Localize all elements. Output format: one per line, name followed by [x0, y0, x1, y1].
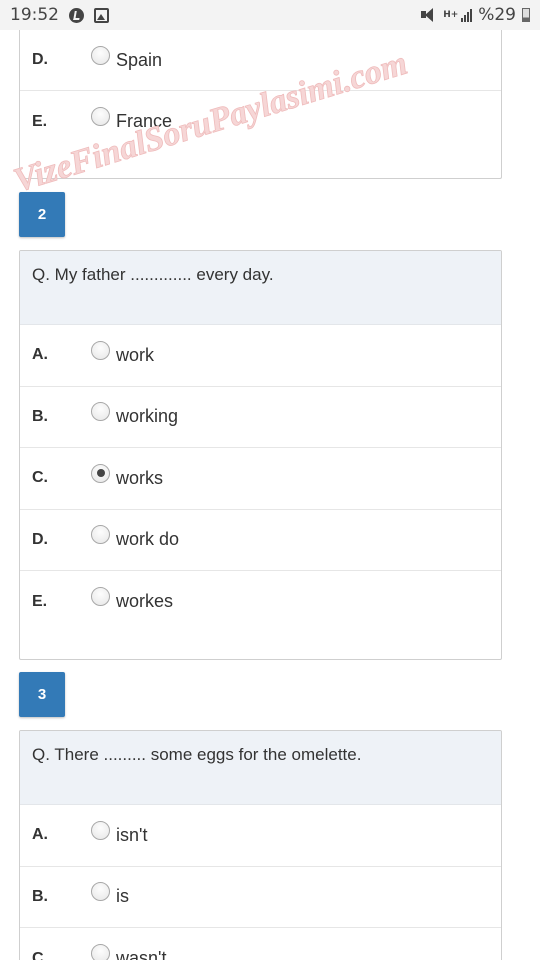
option-letter: D.	[32, 530, 48, 548]
question-card-3: Q. There ......... some eggs for the ome…	[19, 730, 502, 960]
option-text: wasn't	[116, 948, 167, 960]
radio-button[interactable]	[91, 525, 110, 545]
option-b[interactable]: B. working	[20, 387, 501, 448]
option-text: isn't	[116, 824, 148, 845]
option-letter: E.	[32, 592, 48, 610]
mute-icon	[421, 8, 437, 22]
option-text: is	[116, 886, 129, 907]
radio-button-selected[interactable]	[91, 463, 110, 483]
status-time: 19:52	[10, 5, 59, 25]
radio-button[interactable]	[91, 882, 110, 902]
radio-button[interactable]	[91, 107, 110, 126]
option-letter: A.	[32, 826, 48, 844]
battery-icon	[522, 8, 530, 22]
option-letter: C.	[32, 949, 48, 960]
option-c[interactable]: C. wasn't	[20, 928, 501, 960]
option-a[interactable]: A. work	[20, 325, 501, 387]
radio-button[interactable]	[91, 340, 110, 360]
option-text: Spain	[116, 49, 163, 70]
network-type: H+	[443, 10, 459, 20]
radio-button[interactable]	[91, 944, 110, 960]
question-number-badge: 2	[19, 192, 65, 237]
option-e[interactable]: E. workes	[20, 571, 501, 633]
question-text: Q. There ......... some eggs for the ome…	[20, 731, 501, 805]
quiz-content[interactable]: D. Spain E. France 2 Q. My father ......…	[0, 30, 540, 960]
option-a[interactable]: A. isn't	[20, 805, 501, 867]
option-b[interactable]: B. is	[20, 867, 501, 928]
question-number-badge: 3	[19, 672, 65, 717]
option-e[interactable]: E. France	[20, 91, 501, 152]
radio-button[interactable]	[91, 820, 110, 840]
radio-button[interactable]	[91, 45, 110, 65]
option-letter: A.	[32, 346, 48, 364]
radio-button[interactable]	[91, 587, 110, 607]
battery-percent: %29	[478, 5, 516, 25]
option-letter: E.	[32, 112, 48, 130]
option-text: work do	[116, 529, 180, 550]
option-letter: D.	[32, 51, 48, 68]
option-c[interactable]: C. works	[20, 448, 501, 510]
option-d[interactable]: D. Spain	[20, 30, 501, 91]
option-text: works	[116, 467, 164, 488]
question-text: Q. My father ............. every day.	[20, 251, 501, 325]
radio-button[interactable]	[91, 402, 110, 422]
option-text: workes	[116, 591, 174, 612]
option-text: working	[116, 406, 179, 427]
question-card-1: D. Spain E. France	[19, 30, 502, 179]
option-letter: B.	[32, 887, 48, 905]
music-icon	[69, 7, 84, 23]
option-letter: B.	[32, 407, 48, 425]
option-letter: C.	[32, 469, 48, 487]
option-text: France	[116, 111, 173, 131]
option-d[interactable]: D. work do	[20, 510, 501, 571]
status-bar: 19:52 H+ %29	[0, 0, 540, 30]
question-card-2: Q. My father ............. every day. A.…	[19, 250, 502, 660]
signal-icon	[461, 8, 473, 22]
option-text: work	[116, 344, 155, 365]
image-icon	[94, 7, 109, 23]
